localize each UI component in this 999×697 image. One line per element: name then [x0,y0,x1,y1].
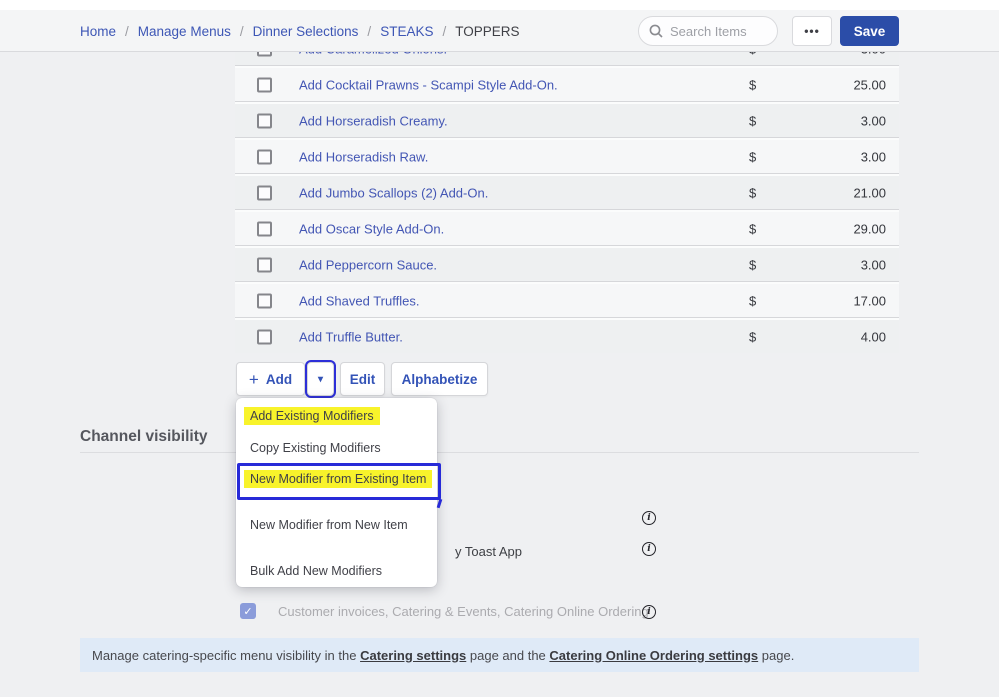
add-button[interactable]: + Add [236,362,305,396]
top-strip [0,0,999,10]
table-row: Add Shaved Truffles. $ 17.00 [235,284,899,317]
highlight: Add Existing Modifiers [250,407,374,425]
breadcrumb: Home / Manage Menus / Dinner Selections … [80,10,520,52]
modifier-link[interactable]: Add Horseradish Raw. [299,149,428,164]
modifier-price: 3.00 [861,113,886,128]
row-checkbox[interactable] [257,293,272,308]
breadcrumb-steaks[interactable]: STEAKS [380,24,433,39]
search-box[interactable] [638,16,778,46]
section-divider [80,452,919,453]
currency-symbol: $ [749,52,756,56]
table-row: Add Horseradish Raw. $ 3.00 [235,140,899,173]
modifier-link[interactable]: Add Jumbo Scallops (2) Add-On. [299,185,488,200]
channel-row-label-disabled: Customer invoices, Catering & Events, Ca… [278,604,649,619]
breadcrumb-separator: / [240,24,244,39]
page: Home / Manage Menus / Dinner Selections … [0,0,999,697]
search-icon [649,24,663,38]
table-row: Add Horseradish Creamy. $ 3.00 [235,104,899,137]
row-checkbox[interactable] [257,52,272,56]
row-checkbox[interactable] [257,149,272,164]
modifier-table: Add Caramelized Onions. $ 3.00 Add Cockt… [235,52,899,353]
topbar: Home / Manage Menus / Dinner Selections … [0,10,999,52]
table-row: Add Jumbo Scallops (2) Add-On. $ 21.00 [235,176,899,209]
currency-symbol: $ [749,257,756,272]
currency-symbol: $ [749,185,756,200]
modifier-price: 3.00 [861,52,886,56]
search-input[interactable] [670,24,767,39]
catering-visibility-banner: Manage catering-specific menu visibility… [80,638,919,672]
breadcrumb-manage-menus[interactable]: Manage Menus [138,24,231,39]
row-checkbox[interactable] [257,221,272,236]
modifier-link[interactable]: Add Horseradish Creamy. [299,113,448,128]
row-checkbox[interactable] [257,113,272,128]
info-icon[interactable]: i [642,605,656,619]
breadcrumb-separator: / [125,24,129,39]
row-checkbox[interactable] [257,77,272,92]
currency-symbol: $ [749,293,756,308]
table-row: Add Truffle Butter. $ 4.00 [235,320,899,353]
table-row: Add Peppercorn Sauce. $ 3.00 [235,248,899,281]
row-checkbox[interactable] [257,185,272,200]
breadcrumb-separator: / [367,24,371,39]
breadcrumb-dinner-selections[interactable]: Dinner Selections [253,24,359,39]
highlight: New Modifier from Existing Item [250,470,426,488]
annotation-rectangle-tail [437,499,443,508]
menu-item-new-modifier-from-existing-item[interactable]: New Modifier from Existing Item [250,468,426,490]
catering-online-ordering-settings-link[interactable]: Catering Online Ordering settings [549,648,758,663]
info-icon[interactable]: i [642,511,656,525]
modifier-link[interactable]: Add Peppercorn Sauce. [299,257,437,272]
currency-symbol: $ [749,329,756,344]
modifier-price: 3.00 [861,149,886,164]
modifier-price: 4.00 [861,329,886,344]
currency-symbol: $ [749,149,756,164]
modifier-link[interactable]: Add Cocktail Prawns - Scampi Style Add-O… [299,77,558,92]
channel-checkbox-checked[interactable]: ✓ [240,603,256,619]
add-dropdown-menu: Add Existing Modifiers Copy Existing Mod… [236,398,437,587]
banner-text: Manage catering-specific menu visibility… [92,648,360,663]
currency-symbol: $ [749,113,756,128]
modifier-price: 3.00 [861,257,886,272]
table-row: Add Caramelized Onions. $ 3.00 [235,52,899,65]
menu-item-bulk-add-new-modifiers[interactable]: Bulk Add New Modifiers [250,560,382,582]
save-button[interactable]: Save [840,16,899,46]
banner-text: page and the [466,648,549,663]
more-options-button[interactable]: ••• [792,16,832,46]
banner-text: page. [758,648,794,663]
currency-symbol: $ [749,221,756,236]
plus-icon: + [249,371,259,388]
chevron-down-icon: ▾ [318,374,323,385]
table-row: Add Cocktail Prawns - Scampi Style Add-O… [235,68,899,101]
breadcrumb-separator: / [442,24,446,39]
info-icon[interactable]: i [642,542,656,556]
modifier-link[interactable]: Add Oscar Style Add-On. [299,221,444,236]
currency-symbol: $ [749,77,756,92]
row-checkbox[interactable] [257,329,272,344]
catering-settings-link[interactable]: Catering settings [360,648,466,663]
add-dropdown-toggle[interactable]: ▾ [307,362,334,396]
channel-row-label-partial: y Toast App [455,544,522,559]
channel-visibility-heading: Channel visibility [80,428,207,446]
add-button-label: Add [266,372,292,387]
breadcrumb-current-toppers: TOPPERS [455,24,519,39]
modifier-price: 25.00 [853,77,886,92]
table-row: Add Oscar Style Add-On. $ 29.00 [235,212,899,245]
modifier-link[interactable]: Add Truffle Butter. [299,329,403,344]
breadcrumb-home[interactable]: Home [80,24,116,39]
alphabetize-button[interactable]: Alphabetize [391,362,488,396]
menu-item-new-modifier-from-new-item[interactable]: New Modifier from New Item [250,514,408,536]
check-icon: ✓ [243,605,252,618]
modifier-link[interactable]: Add Caramelized Onions. [299,52,447,56]
modifier-price: 29.00 [853,221,886,236]
edit-button[interactable]: Edit [340,362,385,396]
modifier-link[interactable]: Add Shaved Truffles. [299,293,419,308]
menu-item-copy-existing-modifiers[interactable]: Copy Existing Modifiers [250,437,381,459]
row-checkbox[interactable] [257,257,272,272]
modifier-price: 21.00 [853,185,886,200]
menu-item-add-existing-modifiers[interactable]: Add Existing Modifiers [250,405,374,427]
modifier-price: 17.00 [853,293,886,308]
